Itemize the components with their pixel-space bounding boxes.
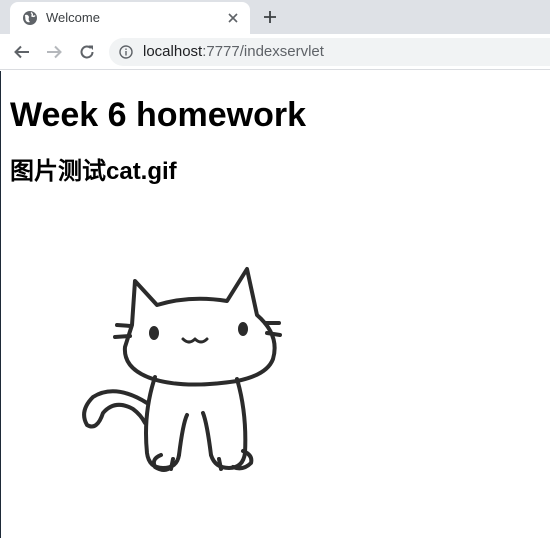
- plus-icon[interactable]: [259, 6, 281, 28]
- url-text[interactable]: localhost:7777/indexservlet: [143, 44, 324, 60]
- url-host: localhost: [143, 43, 203, 60]
- address-bar[interactable]: localhost:7777/indexservlet: [109, 38, 550, 66]
- page-title: Week 6 homework: [10, 96, 307, 134]
- info-icon[interactable]: [119, 45, 133, 59]
- tab-title: Welcome: [46, 10, 100, 25]
- back-arrow-icon[interactable]: [9, 39, 35, 65]
- globe-icon: [22, 10, 38, 26]
- cat-image: [75, 263, 285, 481]
- tab-welcome[interactable]: Welcome: [10, 2, 250, 34]
- reload-icon[interactable]: [74, 39, 100, 65]
- page-content: Week 6 homework 图片测试cat.gif: [0, 71, 550, 538]
- close-icon[interactable]: [224, 9, 242, 27]
- forward-arrow-icon[interactable]: [41, 39, 67, 65]
- page-subtitle: 图片测试cat.gif: [10, 158, 177, 185]
- tab-strip: Welcome: [0, 0, 550, 34]
- browser-toolbar: localhost:7777/indexservlet: [0, 34, 550, 70]
- url-path: :7777/indexservlet: [202, 43, 324, 60]
